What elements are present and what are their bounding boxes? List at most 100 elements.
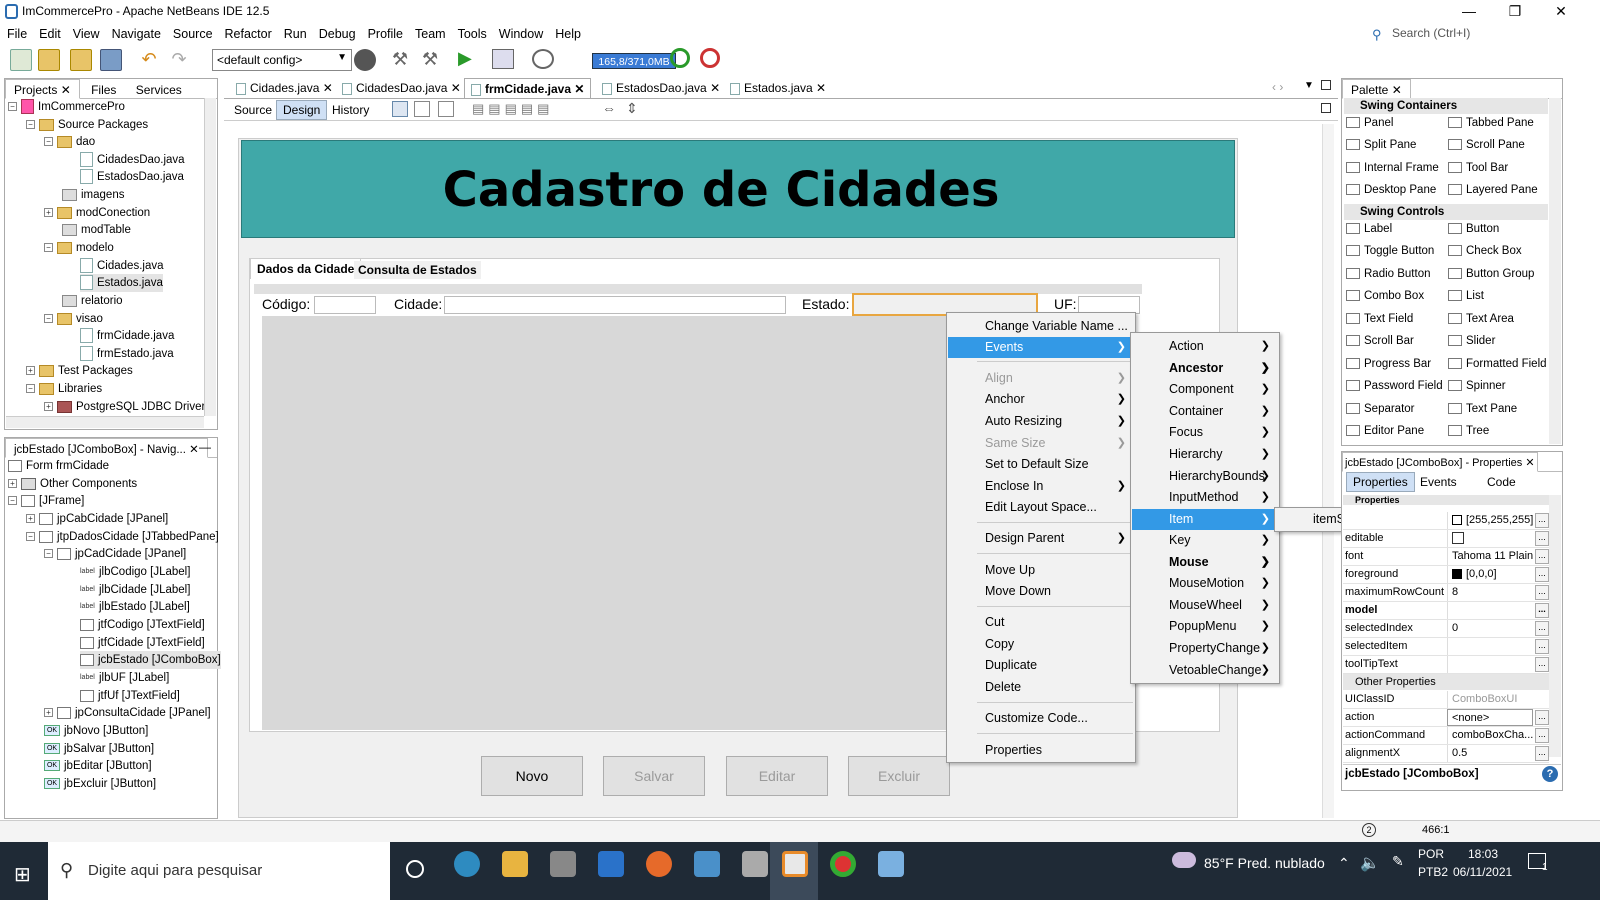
history-mode-button[interactable]: History	[326, 101, 375, 119]
tab-projects[interactable]: Projects ✕	[5, 79, 80, 99]
editor-tab-estados[interactable]: Estados.java ✕	[724, 78, 832, 98]
palette-text-pane[interactable]: Text Pane	[1448, 403, 1517, 415]
palette-internal-frame[interactable]: Internal Frame	[1346, 162, 1439, 174]
event-mousemotion[interactable]: MouseMotion ❯	[1132, 573, 1278, 594]
palette-split-pane[interactable]: Split Pane	[1346, 139, 1416, 151]
menu-anchor[interactable]: Anchor ❯	[948, 389, 1134, 410]
menu-copy[interactable]: Copy	[948, 634, 1134, 655]
weather-text[interactable]: 85°F Pred. nublado	[1204, 855, 1325, 871]
event-hierarchy[interactable]: Hierarchy ❯	[1132, 444, 1278, 465]
tree-item[interactable]: modTable	[62, 221, 131, 239]
chevron-up-icon[interactable]: ⌃	[1338, 855, 1350, 872]
event-focus[interactable]: Focus ❯	[1132, 422, 1278, 443]
event-inputmethod[interactable]: InputMethod ❯	[1132, 487, 1278, 508]
prop-uiclassid[interactable]: UIClassID ComboBoxUI	[1343, 691, 1549, 709]
other-properties-section[interactable]: Other Properties	[1343, 674, 1549, 690]
palette-category-swing-containers[interactable]: Swing Containers	[1344, 98, 1548, 114]
resize-horizontal-icon[interactable]: ⇔	[602, 100, 616, 116]
tree-item[interactable]: + modConection	[44, 204, 150, 222]
tree-item[interactable]: label jlbEstado [JLabel]	[80, 598, 190, 616]
debug-icon[interactable]	[492, 49, 514, 69]
menu-design-parent[interactable]: Design Parent ❯	[948, 528, 1134, 549]
network-icon[interactable]: ✎	[1392, 853, 1404, 870]
editor-tab-cidades[interactable]: Cidades.java ✕	[230, 78, 339, 98]
tab-code[interactable]: Code	[1487, 473, 1516, 491]
tree-item[interactable]: − visao	[44, 310, 103, 328]
profile-icon[interactable]	[532, 49, 554, 69]
palette-password-field[interactable]: Password Field	[1346, 380, 1443, 392]
tree-item[interactable]: Form frmCidade	[8, 457, 109, 475]
codigo-field[interactable]	[314, 296, 376, 314]
prop-model[interactable]: model...	[1343, 602, 1549, 620]
event-mouse[interactable]: Mouse ❯	[1132, 552, 1278, 573]
edge-icon[interactable]	[454, 851, 480, 877]
menu-properties[interactable]: Properties	[948, 740, 1134, 761]
event-key[interactable]: Key ❯	[1132, 530, 1278, 551]
help-icon[interactable]: ?	[1542, 766, 1558, 782]
palette-label[interactable]: Label	[1346, 223, 1392, 235]
menu-source[interactable]: Source	[166, 24, 218, 41]
projects-hscrollbar[interactable]	[6, 416, 204, 428]
minimize-button[interactable]: —	[1446, 0, 1492, 24]
tree-item[interactable]: jtfUf [JTextField]	[80, 687, 180, 705]
event-hierarchybounds[interactable]: HierarchyBounds ❯	[1132, 466, 1278, 487]
clock-date[interactable]: 06/11/2021	[1453, 865, 1512, 879]
event-ancestor[interactable]: Ancestor ❯	[1132, 358, 1278, 379]
menu-debug[interactable]: Debug	[312, 24, 361, 41]
mail-icon[interactable]	[598, 851, 624, 877]
salvar-button[interactable]: Salvar	[603, 756, 705, 796]
tree-item[interactable]: + Test Packages	[26, 362, 133, 380]
palette-toggle-button[interactable]: Toggle Button	[1346, 245, 1434, 257]
tree-item[interactable]: jtfCidade [JTextField]	[80, 634, 205, 652]
tree-item[interactable]: label jlbUF [JLabel]	[80, 669, 169, 687]
file-explorer-icon[interactable]	[502, 851, 528, 877]
event-component[interactable]: Component ❯	[1132, 379, 1278, 400]
palette-title[interactable]: Palette ✕	[1342, 79, 1411, 99]
taskbar-search[interactable]: Digite aqui para pesquisar	[48, 842, 390, 900]
event-item[interactable]: Item ❯	[1132, 509, 1278, 530]
tree-item[interactable]: CidadesDao.java	[80, 151, 185, 169]
palette-button[interactable]: Button	[1448, 223, 1499, 235]
maximize-editor-icon[interactable]	[1321, 80, 1331, 90]
tab-properties[interactable]: Properties	[1346, 472, 1415, 492]
palette-combo-box[interactable]: Combo Box	[1346, 290, 1424, 302]
palette-scroll-bar[interactable]: Scroll Bar	[1346, 335, 1414, 347]
profiler-snapshot-icon[interactable]	[700, 48, 720, 68]
palette-desktop-pane[interactable]: Desktop Pane	[1346, 184, 1436, 196]
properties-scrollbar[interactable]	[1549, 495, 1561, 757]
notification-icon[interactable]: 2	[1362, 823, 1376, 837]
menu-profile[interactable]: Profile	[361, 24, 408, 41]
palette-scroll-pane[interactable]: Scroll Pane	[1448, 139, 1525, 151]
menu-move-down[interactable]: Move Down	[948, 581, 1134, 602]
palette-panel-item[interactable]: Panel	[1346, 117, 1393, 129]
clean-build-icon[interactable]: ⚒	[422, 49, 444, 71]
new-file-icon[interactable]	[10, 49, 32, 71]
prop-editable[interactable]: editable...	[1343, 530, 1549, 548]
design-maximize-icon[interactable]	[1321, 103, 1331, 113]
editable-checkbox[interactable]	[1452, 532, 1464, 545]
menu-help[interactable]: Help	[548, 24, 586, 41]
connection-mode-icon[interactable]	[414, 101, 430, 117]
save-all-icon[interactable]	[100, 49, 122, 71]
palette-radio-button[interactable]: Radio Button	[1346, 268, 1431, 280]
menu-refactor[interactable]: Refactor	[218, 24, 277, 41]
gc-icon[interactable]	[670, 48, 690, 68]
event-propertychange[interactable]: PropertyChange ❯	[1132, 638, 1278, 659]
menu-delete[interactable]: Delete	[948, 677, 1134, 698]
palette-check-box[interactable]: Check Box	[1448, 245, 1522, 257]
palette-button-group[interactable]: Button Group	[1448, 268, 1534, 280]
search-input[interactable]: Search (Ctrl+I)	[1392, 26, 1470, 40]
firefox-icon[interactable]	[646, 851, 672, 877]
menu-edit[interactable]: Edit	[32, 24, 66, 41]
volume-icon[interactable]: 🔈	[1360, 853, 1380, 873]
palette-formatted-field[interactable]: Formatted Field	[1448, 358, 1547, 370]
selection-mode-icon[interactable]	[392, 101, 408, 117]
cidade-field[interactable]	[444, 296, 786, 314]
editor-tab-estadosdao[interactable]: EstadosDao.java ✕	[596, 78, 726, 98]
tree-item[interactable]: − [JFrame]	[8, 492, 84, 510]
tree-item[interactable]: EstadosDao.java	[80, 168, 184, 186]
event-vetoablechange[interactable]: VetoableChange ❯	[1132, 660, 1278, 681]
tab-dados-cidade[interactable]: Dados da Cidade	[250, 258, 362, 279]
menu-run[interactable]: Run	[277, 24, 312, 41]
netbeans-taskbar-icon[interactable]	[782, 851, 808, 877]
